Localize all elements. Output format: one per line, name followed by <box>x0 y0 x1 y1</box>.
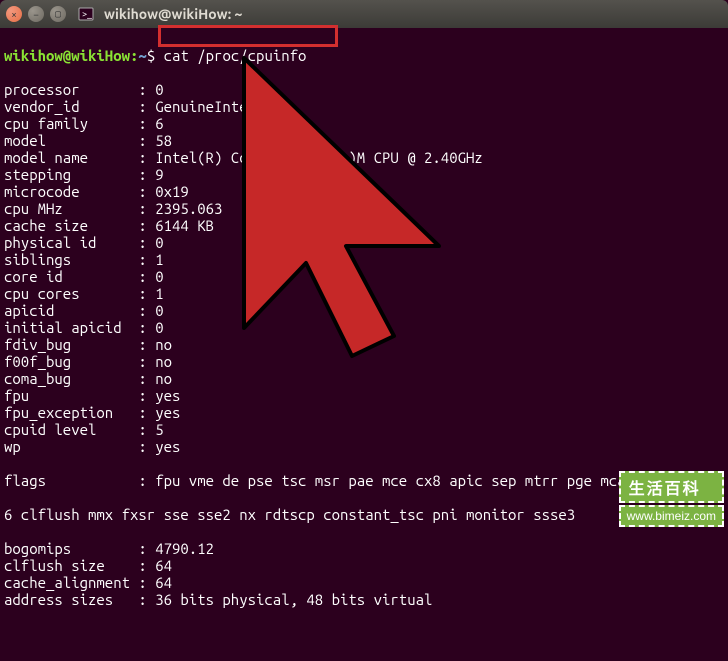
cpuinfo-row: fpu : yes <box>4 387 724 404</box>
cpuinfo-row: core id : 0 <box>4 268 724 285</box>
cpuinfo-row: fpu_exception : yes <box>4 404 724 421</box>
cpuinfo-row: cpu cores : 1 <box>4 285 724 302</box>
cpuinfo-row: physical id : 0 <box>4 234 724 251</box>
cpuinfo-row: model name : Intel(R) Core( )M CPU @ 2.4… <box>4 149 724 166</box>
window-title: wikihow@wikiHow: ~ <box>104 6 242 22</box>
command-text: cat /proc/cpuinfo <box>164 47 307 64</box>
cpuinfo-row: cache_alignment : 64 <box>4 574 724 591</box>
cpuinfo-row: coma_bug : no <box>4 370 724 387</box>
cpuinfo-row: model : 58 <box>4 132 724 149</box>
cpuinfo-row: processor : 0 <box>4 81 724 98</box>
cpuinfo-row: siblings : 1 <box>4 251 724 268</box>
minimize-icon[interactable]: − <box>28 6 44 22</box>
titlebar: × − ▢ >_ wikihow@wikiHow: ~ <box>0 0 728 28</box>
close-icon[interactable]: × <box>6 6 22 22</box>
cpuinfo-row: microcode : 0x19 <box>4 183 724 200</box>
cpuinfo-row: apicid : 0 <box>4 302 724 319</box>
cpuinfo-row: initial apicid : 0 <box>4 319 724 336</box>
svg-text:>_: >_ <box>82 9 92 19</box>
cpuinfo-row: bogomips : 4790.12 <box>4 540 724 557</box>
cpuinfo-row: address sizes : 36 bits physical, 48 bit… <box>4 591 724 608</box>
cpuinfo-row: fdiv_bug : no <box>4 336 724 353</box>
cpuinfo-row: vendor_id : GenuineIntel <box>4 98 724 115</box>
flags-line-1: flags : fpu vme de pse tsc msr pae mce c… <box>4 472 724 489</box>
cpuinfo-row: f00f_bug : no <box>4 353 724 370</box>
terminal-icon: >_ <box>78 6 94 22</box>
cpuinfo-row: cache size : 6144 KB <box>4 217 724 234</box>
watermark-text-top: 生活百科 <box>619 471 724 503</box>
window-controls: × − ▢ <box>6 6 66 22</box>
cpuinfo-row: cpu MHz : 2395.063 <box>4 200 724 217</box>
highlight-command-box <box>158 25 338 47</box>
flags-line-2: 6 clflush mmx fxsr sse sse2 nx rdtscp co… <box>4 506 724 523</box>
prompt-line: wikihow@wikiHow:~$ cat /proc/cpuinfo <box>4 47 724 64</box>
cpuinfo-row: stepping : 9 <box>4 166 724 183</box>
prompt-path: ~ <box>138 47 146 64</box>
cpuinfo-row: cpuid level : 5 <box>4 421 724 438</box>
watermark: 生活百科 www.bimeiz.com <box>619 471 724 527</box>
cpuinfo-row: cpu family : 6 <box>4 115 724 132</box>
cpuinfo-row: clflush size : 64 <box>4 557 724 574</box>
cpuinfo-row: wp : yes <box>4 438 724 455</box>
watermark-text-bottom: www.bimeiz.com <box>619 505 724 527</box>
terminal-body[interactable]: wikihow@wikiHow:~$ cat /proc/cpuinfo pro… <box>0 28 728 661</box>
maximize-icon[interactable]: ▢ <box>50 6 66 22</box>
prompt-userhost: wikihow@wikiHow <box>4 47 130 64</box>
